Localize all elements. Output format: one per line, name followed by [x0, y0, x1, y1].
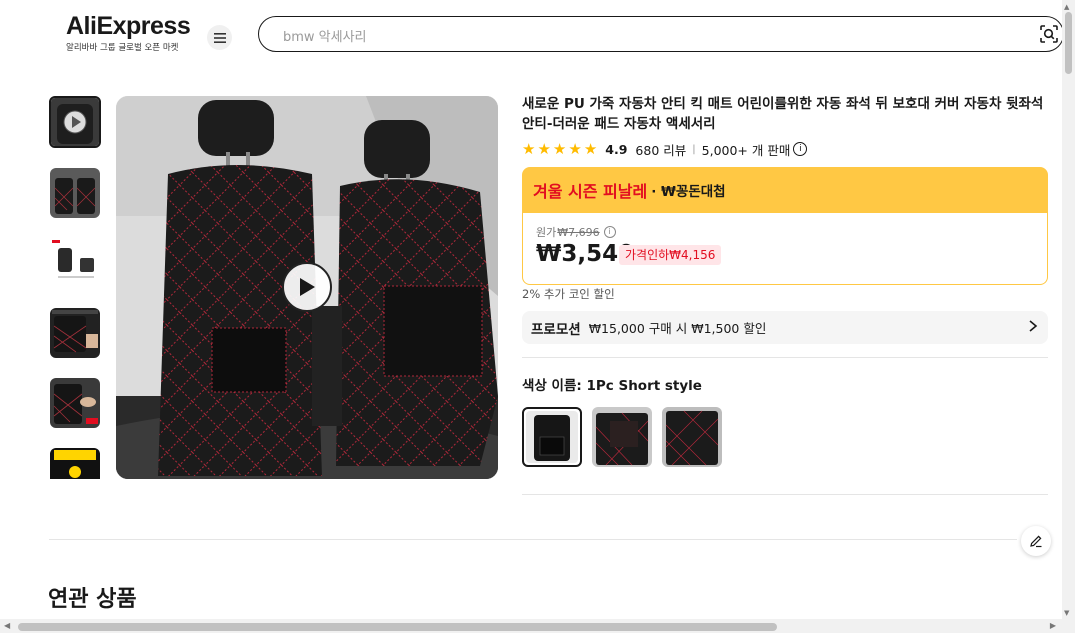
thumbnail-image — [51, 98, 99, 146]
star-icon: ★ — [522, 139, 536, 158]
promotion-text: ₩15,000 구매 시 ₩1,500 할인 — [588, 321, 767, 336]
thumbnail-list — [49, 96, 103, 479]
thumbnail-3[interactable] — [50, 236, 100, 286]
info-icon[interactable]: i — [603, 226, 616, 238]
play-icon — [300, 278, 315, 296]
info-icon[interactable]: i — [793, 142, 808, 156]
thumbnail-video[interactable] — [49, 96, 101, 148]
feedback-button[interactable] — [1021, 526, 1051, 556]
thumbnail-image — [50, 448, 100, 479]
thumbnail-image — [50, 308, 100, 358]
color-value: 1Pc Short style — [586, 378, 702, 394]
scroll-left-icon[interactable]: ◀ — [4, 621, 10, 630]
thumbnail-4[interactable] — [50, 308, 100, 358]
thumbnail-2[interactable] — [50, 168, 100, 218]
color-label: 색상 이름: — [522, 378, 587, 394]
scroll-up-icon[interactable]: ▲ — [1064, 3, 1069, 11]
thumbnail-image — [50, 236, 100, 286]
aliexpress-logo[interactable]: AliExpress 알리바바 그룹 글로벌 오픈 마켓 — [66, 12, 196, 53]
related-products-heading: 연관 상품 — [48, 587, 137, 612]
scrollbar-thumb[interactable] — [1065, 12, 1072, 74]
sale-subtitle: · ₩꽁돈대첩 — [651, 184, 726, 200]
logo-subtitle: 알리바바 그룹 글로벌 오픈 마켓 — [66, 43, 179, 53]
hamburger-icon — [213, 32, 226, 43]
swatch-short-style[interactable] — [522, 407, 582, 467]
coin-discount-note: 2% 추가 코인 할인 — [522, 287, 615, 301]
vertical-scrollbar[interactable]: ▲ ▼ — [1062, 0, 1075, 633]
logo-text: AliExpress — [66, 12, 191, 40]
star-icon: ★ — [568, 139, 582, 158]
search-input[interactable]: bmw 악세사리 — [283, 26, 367, 45]
divider — [522, 357, 1048, 358]
swatch-image — [526, 411, 578, 463]
original-price-label: 원가 — [536, 226, 557, 239]
thumbnail-image — [50, 378, 100, 428]
star-icon: ★ — [552, 139, 567, 158]
sale-title: 겨울 시즌 피날레 — [533, 182, 648, 201]
star-rating: ★ ★ ★ ★ ★ — [522, 139, 598, 158]
discount-badge: 가격인하₩4,156 — [619, 245, 722, 265]
promotion-tag: 프로모션 — [531, 321, 581, 338]
chevron-right-icon — [1029, 320, 1038, 332]
thumbnail-6[interactable] — [50, 448, 100, 479]
color-selector-label: 색상 이름: 1Pc Short style — [522, 374, 702, 394]
divider — [49, 539, 1017, 540]
search-bar[interactable]: bmw 악세사리 — [258, 16, 1064, 52]
menu-button[interactable] — [207, 25, 232, 50]
rating-value: 4.9 — [605, 141, 628, 157]
sold-count: 5,000+ 개 판매 — [701, 142, 791, 158]
scroll-right-icon[interactable]: ▶ — [1050, 621, 1056, 630]
original-price-row: 원가 ₩7,696 i — [536, 224, 616, 240]
thumbnail-image — [50, 168, 100, 218]
star-icon: ★ — [583, 139, 598, 158]
pencil-icon — [1030, 535, 1042, 548]
swatch-3[interactable] — [662, 407, 722, 467]
product-title: 새로운 PU 가죽 자동차 안티 킥 매트 어린이를위한 자동 좌석 뒤 보호대… — [522, 96, 1044, 132]
sale-banner: 겨울 시즌 피날레 · ₩꽁돈대첩 — [522, 167, 1048, 213]
swatch-image — [662, 407, 722, 467]
main-product-image[interactable] — [116, 96, 498, 479]
review-count[interactable]: 680 리뷰 — [635, 140, 686, 159]
separator: | — [692, 143, 696, 155]
rating-row: ★ ★ ★ ★ ★ 4.9 680 리뷰 | 5,000+ 개 판매 i — [522, 139, 808, 159]
divider — [522, 494, 1048, 495]
star-icon: ★ — [537, 139, 551, 158]
price-box: 원가 ₩7,696 i ₩3,540 가격인하₩4,156 — [522, 213, 1048, 285]
scroll-down-icon[interactable]: ▼ — [1064, 609, 1069, 617]
image-search-icon[interactable] — [1039, 24, 1059, 44]
color-swatches — [522, 407, 722, 467]
scrollbar-thumb[interactable] — [18, 623, 777, 631]
swatch-2[interactable] — [592, 407, 652, 467]
play-video-button[interactable] — [282, 262, 332, 312]
swatch-image — [592, 407, 652, 467]
horizontal-scrollbar[interactable]: ◀ ▶ — [0, 619, 1062, 633]
original-price: ₩7,696 — [557, 225, 600, 239]
promotion-row[interactable]: 프로모션 ₩15,000 구매 시 ₩1,500 할인 — [522, 311, 1048, 344]
thumbnail-5[interactable] — [50, 378, 100, 428]
